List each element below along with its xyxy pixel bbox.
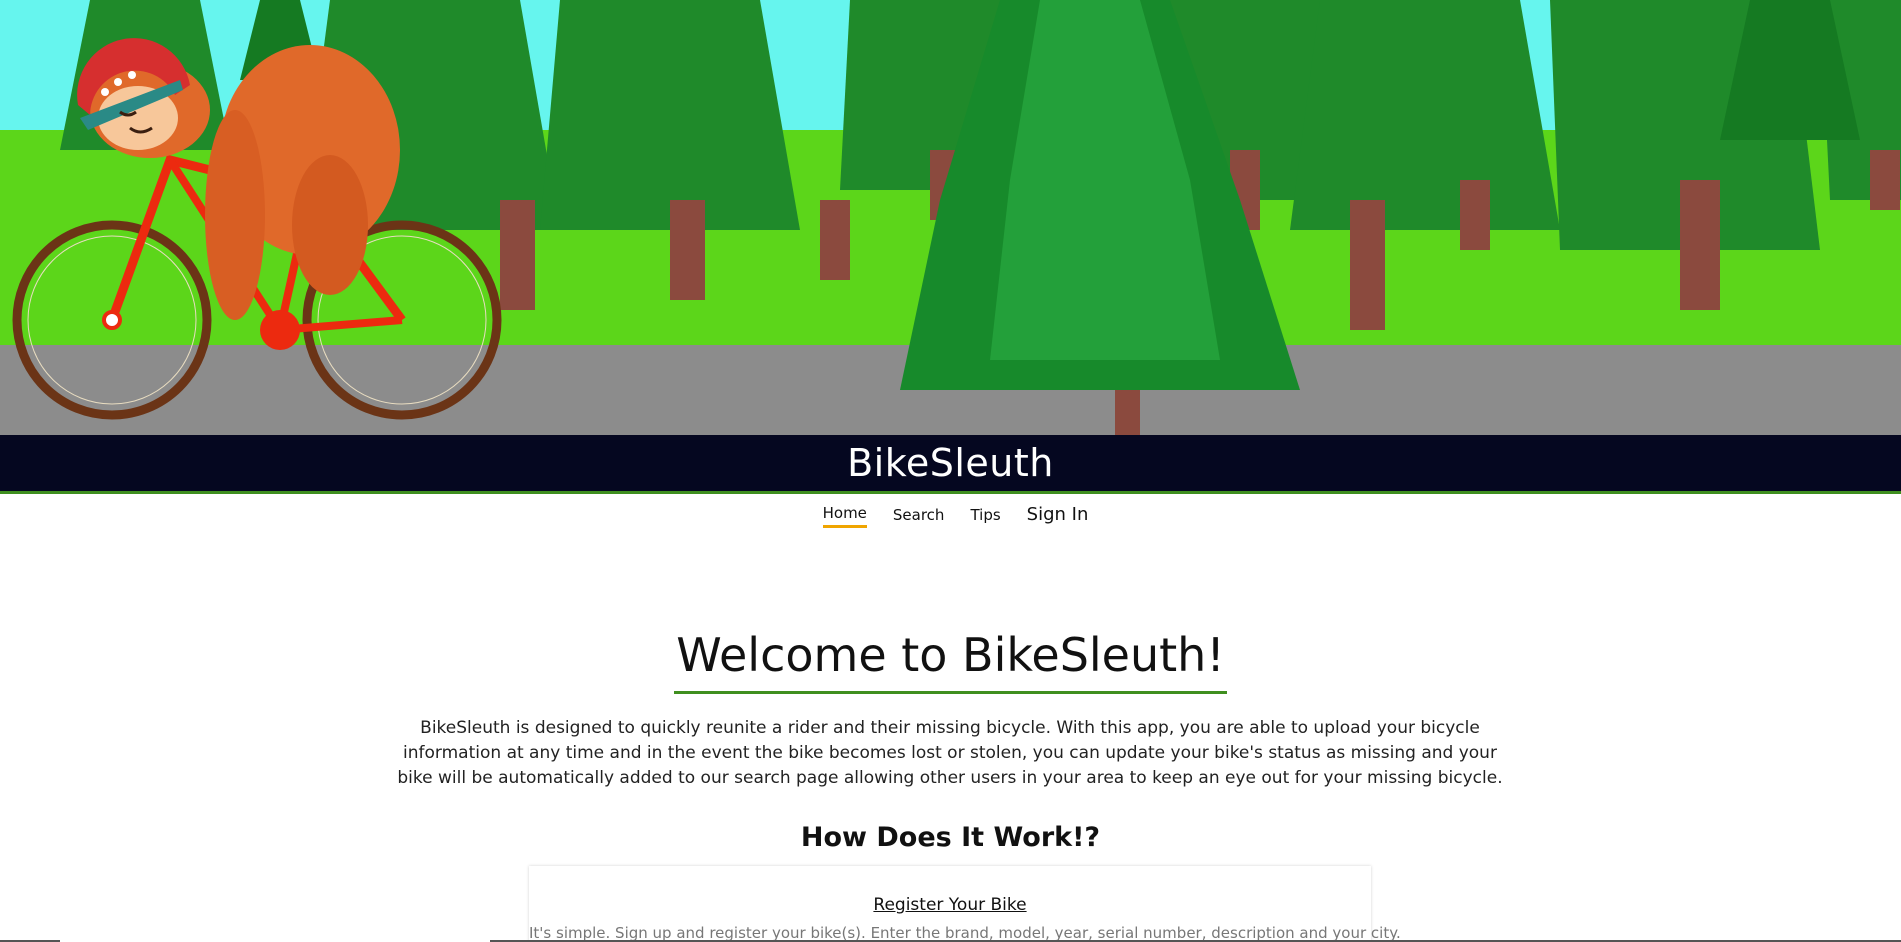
main-nav: Home Search Tips Sign In <box>0 496 1901 536</box>
nav-home[interactable]: Home <box>822 504 867 528</box>
hero-illustration <box>0 0 1901 435</box>
welcome-section: Welcome to BikeSleuth! <box>0 630 1901 694</box>
how-it-works-title: How Does It Work!? <box>800 822 1101 853</box>
step-title-register[interactable]: Register Your Bike <box>873 895 1026 915</box>
intro-paragraph: BikeSleuth is designed to quickly reunit… <box>397 718 1503 788</box>
nav-sign-in[interactable]: Sign In <box>1027 504 1089 528</box>
hero-banner <box>0 0 1901 435</box>
nav-tips[interactable]: Tips <box>970 506 1000 527</box>
site-title: BikeSleuth <box>847 441 1054 485</box>
welcome-title: Welcome to BikeSleuth! <box>674 630 1227 694</box>
nav-search[interactable]: Search <box>893 506 945 527</box>
site-header: BikeSleuth <box>0 435 1901 494</box>
step-card: Register Your Bike It's simple. Sign up … <box>529 866 1401 942</box>
